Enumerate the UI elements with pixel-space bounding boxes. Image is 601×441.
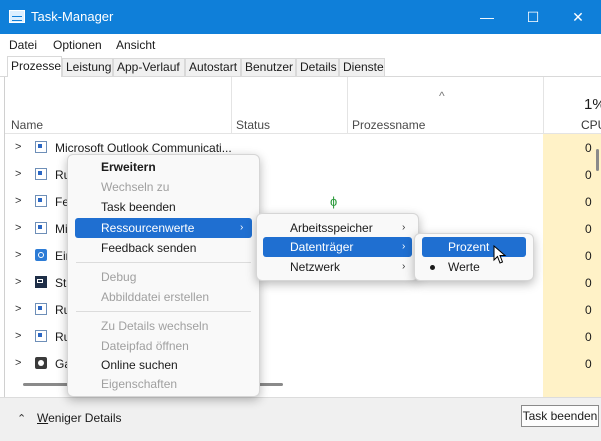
process-cpu: 0 — [585, 276, 592, 290]
menu-item-netzwerk[interactable]: Netzwerk › — [263, 257, 412, 277]
tab-dienste[interactable]: Dienste — [339, 58, 385, 76]
menu-item-prozent-label: Prozent — [448, 240, 490, 254]
process-cpu: 0 — [585, 357, 592, 371]
less-details-label: eniger Details — [48, 411, 122, 425]
tab-autostart[interactable]: Autostart — [185, 58, 241, 76]
process-cpu: 0 — [585, 168, 592, 182]
process-name: Microsoft Outlook Communicati... — [55, 141, 232, 155]
cpu-total-percent: 1% — [584, 96, 601, 113]
minimize-button[interactable]: — — [464, 0, 510, 34]
menu-ansicht[interactable]: Ansicht — [116, 38, 155, 52]
settings-gear-icon — [35, 249, 47, 261]
process-name: Mi — [55, 222, 68, 236]
process-cpu: 0 — [585, 222, 592, 236]
sort-arrow-icon: ^ — [439, 89, 445, 103]
tab-details[interactable]: Details — [296, 58, 339, 76]
column-label-cpu: CPU — [581, 118, 601, 132]
menu-item-netzwerk-label: Netzwerk — [290, 260, 341, 274]
chevron-up-icon[interactable]: ⌃ — [17, 412, 26, 425]
window-title: Task-Manager — [31, 9, 114, 24]
close-button[interactable]: ✕ — [555, 0, 601, 34]
process-cpu: 0 — [585, 330, 592, 344]
window-icon — [35, 303, 47, 315]
column-header-name[interactable]: Name — [5, 77, 232, 133]
chevron-right-icon[interactable]: > — [15, 195, 21, 207]
column-label-status: Status — [236, 118, 271, 132]
chevron-right-icon: › — [402, 261, 406, 272]
process-cpu: 0 — [585, 303, 592, 317]
menu-bar: Datei Optionen Ansicht — [0, 34, 601, 55]
process-cpu: 0 — [585, 249, 592, 263]
title-bar: Task-Manager — ☐ ✕ — [0, 0, 601, 34]
chevron-right-icon: › — [402, 222, 406, 233]
chevron-right-icon[interactable]: > — [15, 276, 21, 288]
column-header-prozessname[interactable]: ^ Prozessname — [347, 77, 544, 133]
tab-leistung[interactable]: Leistung — [62, 58, 113, 76]
menu-separator — [76, 262, 251, 263]
menu-datei[interactable]: Datei — [9, 38, 37, 52]
menu-item-dateipfad-oeffnen: Dateipfad öffnen — [101, 339, 189, 353]
process-cpu: 0 — [585, 195, 592, 209]
chevron-right-icon: › — [240, 222, 244, 233]
menu-item-feedback-senden[interactable]: Feedback senden — [101, 238, 196, 258]
menu-item-zu-details-wechseln: Zu Details wechseln — [101, 319, 209, 333]
process-cpu: 0 — [585, 141, 592, 155]
chevron-right-icon[interactable]: > — [15, 330, 21, 342]
chevron-right-icon[interactable]: > — [15, 222, 21, 234]
terminal-icon — [35, 276, 47, 288]
menu-item-datentraeger-label: Datenträger — [290, 240, 354, 254]
window-icon — [35, 141, 47, 153]
menu-separator — [76, 311, 251, 312]
menu-item-werte[interactable]: Werte — [422, 257, 526, 277]
less-details-link[interactable]: Weniger Details — [37, 411, 121, 425]
context-menu: Erweitern Wechseln zu Task beenden Resso… — [67, 154, 260, 397]
menu-item-datentraeger[interactable]: Datenträger › — [263, 237, 412, 257]
menu-item-werte-label: Werte — [448, 260, 480, 274]
menu-item-ressourcenwerte-label: Ressourcenwerte — [101, 221, 195, 235]
chevron-right-icon: › — [402, 241, 406, 252]
resources-submenu: Arbeitsspeicher › Datenträger › Netzwerk… — [256, 213, 419, 281]
disk-submenu: Prozent Werte — [414, 233, 534, 281]
window-icon — [35, 195, 47, 207]
column-header-status[interactable]: Status — [231, 77, 348, 133]
menu-item-debug: Debug — [101, 270, 137, 284]
menu-item-ressourcenwerte[interactable]: Ressourcenwerte › — [75, 218, 252, 238]
column-label-prozessname: Prozessname — [352, 118, 426, 132]
menu-item-wechseln-zu: Wechseln zu — [101, 180, 170, 194]
menu-optionen[interactable]: Optionen — [53, 38, 102, 52]
mouse-cursor-icon — [493, 245, 507, 264]
bottom-bar: ⌃ Weniger Details Task beenden — [0, 397, 601, 441]
chevron-right-icon[interactable]: > — [15, 168, 21, 180]
less-details-mnemonic: W — [37, 411, 49, 425]
menu-item-eigenschaften: Eigenschaften — [101, 377, 178, 391]
efficiency-leaf-icon: ɸ — [330, 194, 338, 209]
menu-item-prozent[interactable]: Prozent — [422, 237, 526, 257]
maximize-button[interactable]: ☐ — [510, 0, 556, 34]
column-label-name: Name — [11, 118, 44, 132]
chevron-right-icon[interactable]: > — [15, 357, 21, 369]
xbox-icon — [35, 357, 47, 369]
tab-app-verlauf[interactable]: App-Verlauf — [113, 58, 185, 76]
menu-item-task-beenden[interactable]: Task beenden — [101, 197, 176, 217]
menu-item-online-suchen[interactable]: Online suchen — [101, 355, 178, 375]
menu-item-erweitern[interactable]: Erweitern — [101, 157, 156, 177]
window-icon — [35, 222, 47, 234]
column-header-cpu[interactable]: 1% CPU — [543, 77, 601, 133]
window-icon — [35, 330, 47, 342]
header-divider — [5, 133, 601, 134]
chevron-right-icon[interactable]: > — [15, 141, 21, 153]
window-icon — [35, 168, 47, 180]
tab-strip: Prozesse Leistung App-Verlauf Autostart … — [0, 55, 601, 77]
menu-item-abbilddatei-erstellen: Abbilddatei erstellen — [101, 290, 210, 304]
menu-item-arbeitsspeicher[interactable]: Arbeitsspeicher › — [263, 218, 412, 238]
chevron-right-icon[interactable]: > — [15, 303, 21, 315]
menu-item-arbeitsspeicher-label: Arbeitsspeicher — [290, 221, 373, 235]
tab-benutzer[interactable]: Benutzer — [241, 58, 296, 76]
radio-selected-icon — [430, 265, 435, 270]
chevron-right-icon[interactable]: > — [15, 249, 21, 261]
tab-prozesse[interactable]: Prozesse — [7, 56, 62, 77]
task-manager-icon — [9, 10, 25, 23]
end-task-button[interactable]: Task beenden — [521, 405, 599, 427]
